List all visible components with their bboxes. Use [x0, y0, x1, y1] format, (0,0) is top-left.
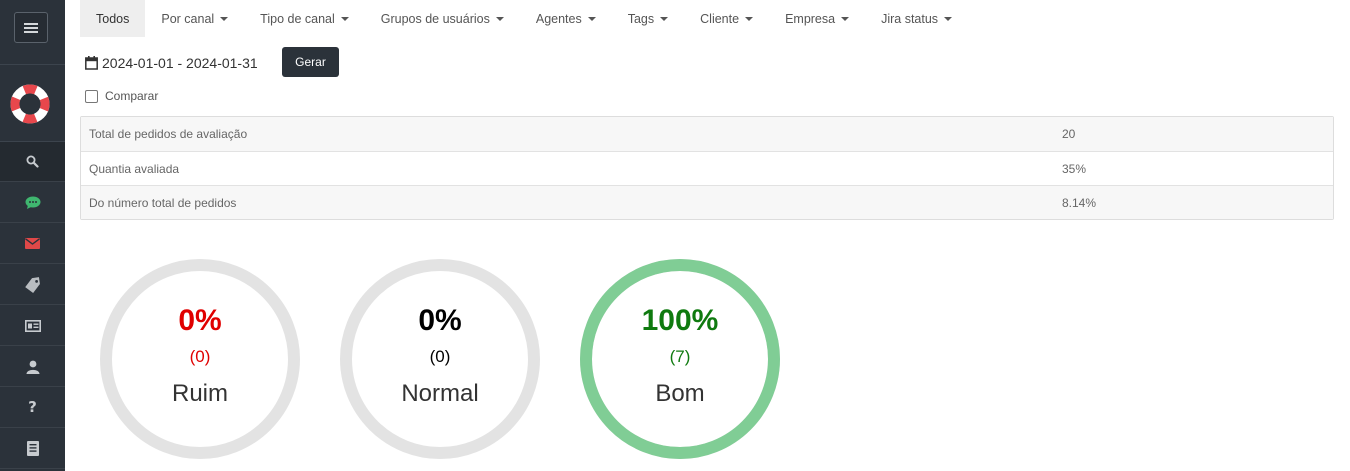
- stat-value: 8.14%: [1062, 195, 1097, 210]
- table-row: Quantia avaliada 35%: [81, 151, 1333, 185]
- tab-tags[interactable]: Tags: [612, 0, 684, 37]
- sidebar-item-tags[interactable]: [0, 265, 65, 305]
- tab-tipo-de-canal[interactable]: Tipo de canal: [244, 0, 365, 37]
- generate-button[interactable]: Gerar: [282, 47, 339, 77]
- date-range-picker[interactable]: 2024-01-01 - 2024-01-31: [85, 48, 258, 78]
- rating-count: (0): [189, 347, 211, 366]
- sidebar-item-help[interactable]: ?: [0, 388, 65, 428]
- tab-label: Jira status: [881, 11, 939, 26]
- caret-down-icon: [220, 16, 229, 21]
- compare-toggle[interactable]: Comparar: [85, 89, 158, 103]
- table-row: Do número total de pedidos 8.14%: [81, 185, 1333, 219]
- tab-label: Tipo de canal: [260, 11, 335, 26]
- caret-down-icon: [340, 16, 349, 21]
- tab-label: Agentes: [535, 11, 582, 26]
- stat-label: Total de pedidos de avaliação: [89, 127, 248, 141]
- menu-icon: [24, 22, 38, 33]
- stat-value: 20: [1062, 127, 1076, 141]
- tab-por-canal[interactable]: Por canal: [145, 0, 244, 37]
- stat-label: Do número total de pedidos: [89, 195, 237, 210]
- caret-down-icon: [944, 16, 953, 21]
- sidebar-item-reports[interactable]: [0, 429, 65, 469]
- tab-label: Por canal: [161, 11, 215, 26]
- sidebar-item-chat[interactable]: [0, 183, 65, 223]
- sidebar-divider: [0, 64, 65, 65]
- compare-label: Comparar: [105, 89, 159, 103]
- rating-label: Ruim: [171, 380, 228, 407]
- rating-ring-bom: 100% (7) Bom: [580, 259, 780, 459]
- table-row: Total de pedidos de avaliação 20: [81, 117, 1333, 151]
- tab-empresa[interactable]: Empresa: [769, 0, 865, 37]
- user-icon: [26, 360, 39, 374]
- rating-label: Normal: [401, 380, 479, 407]
- rating-count: (7): [669, 347, 691, 366]
- sidebar: ?: [0, 0, 65, 471]
- tab-agentes[interactable]: Agentes: [520, 0, 612, 37]
- tab-grupos-de-usuarios[interactable]: Grupos de usuários: [365, 0, 520, 37]
- rating-label: Bom: [655, 380, 705, 407]
- tab-label: Cliente: [700, 11, 740, 26]
- caret-down-icon: [495, 16, 504, 21]
- chat-icon: [25, 196, 40, 209]
- tab-jira-status[interactable]: Jira status: [865, 0, 968, 37]
- search-icon: [26, 155, 39, 168]
- tab-label: Todos: [96, 11, 130, 26]
- stat-value: 35%: [1062, 161, 1087, 176]
- rating-count: (0): [429, 347, 451, 366]
- sidebar-item-contacts[interactable]: [0, 306, 65, 346]
- mail-icon: [25, 238, 40, 249]
- rating-percent: 0%: [418, 304, 462, 337]
- date-range-value: 2024-01-01 - 2024-01-31: [102, 55, 258, 71]
- caret-down-icon: [587, 16, 596, 21]
- compare-checkbox[interactable]: [85, 89, 98, 103]
- tab-label: Empresa: [785, 11, 836, 26]
- question-icon: ?: [28, 398, 37, 416]
- caret-down-icon: [660, 16, 669, 21]
- document-icon: [26, 441, 39, 456]
- caret-down-icon: [841, 16, 850, 21]
- rating-percent: 100%: [641, 304, 719, 337]
- rating-ring-ruim: 0% (0) Ruim: [100, 259, 300, 459]
- lifebuoy-logo: [10, 84, 50, 124]
- rating-percent: 0%: [178, 304, 222, 337]
- sidebar-item-users[interactable]: [0, 347, 65, 387]
- stats-table: Total de pedidos de avaliação 20 Quantia…: [80, 116, 1334, 220]
- tab-todos[interactable]: Todos: [80, 0, 146, 37]
- tab-label: Tags: [627, 11, 655, 26]
- sidebar-item-mail[interactable]: [0, 224, 65, 264]
- menu-toggle-button[interactable]: [14, 12, 48, 43]
- rating-ring-normal: 0% (0) Normal: [340, 259, 540, 459]
- tag-icon: [24, 276, 40, 293]
- caret-down-icon: [745, 16, 754, 21]
- id-card-icon: [24, 319, 41, 332]
- sidebar-item-search[interactable]: [0, 142, 65, 182]
- tab-label: Grupos de usuários: [380, 11, 490, 26]
- stat-label: Quantia avaliada: [89, 161, 180, 176]
- filter-tabs: Todos Por canal Tipo de canal Grupos de …: [80, 0, 968, 42]
- calendar-icon: [85, 56, 98, 70]
- tab-cliente[interactable]: Cliente: [684, 0, 769, 37]
